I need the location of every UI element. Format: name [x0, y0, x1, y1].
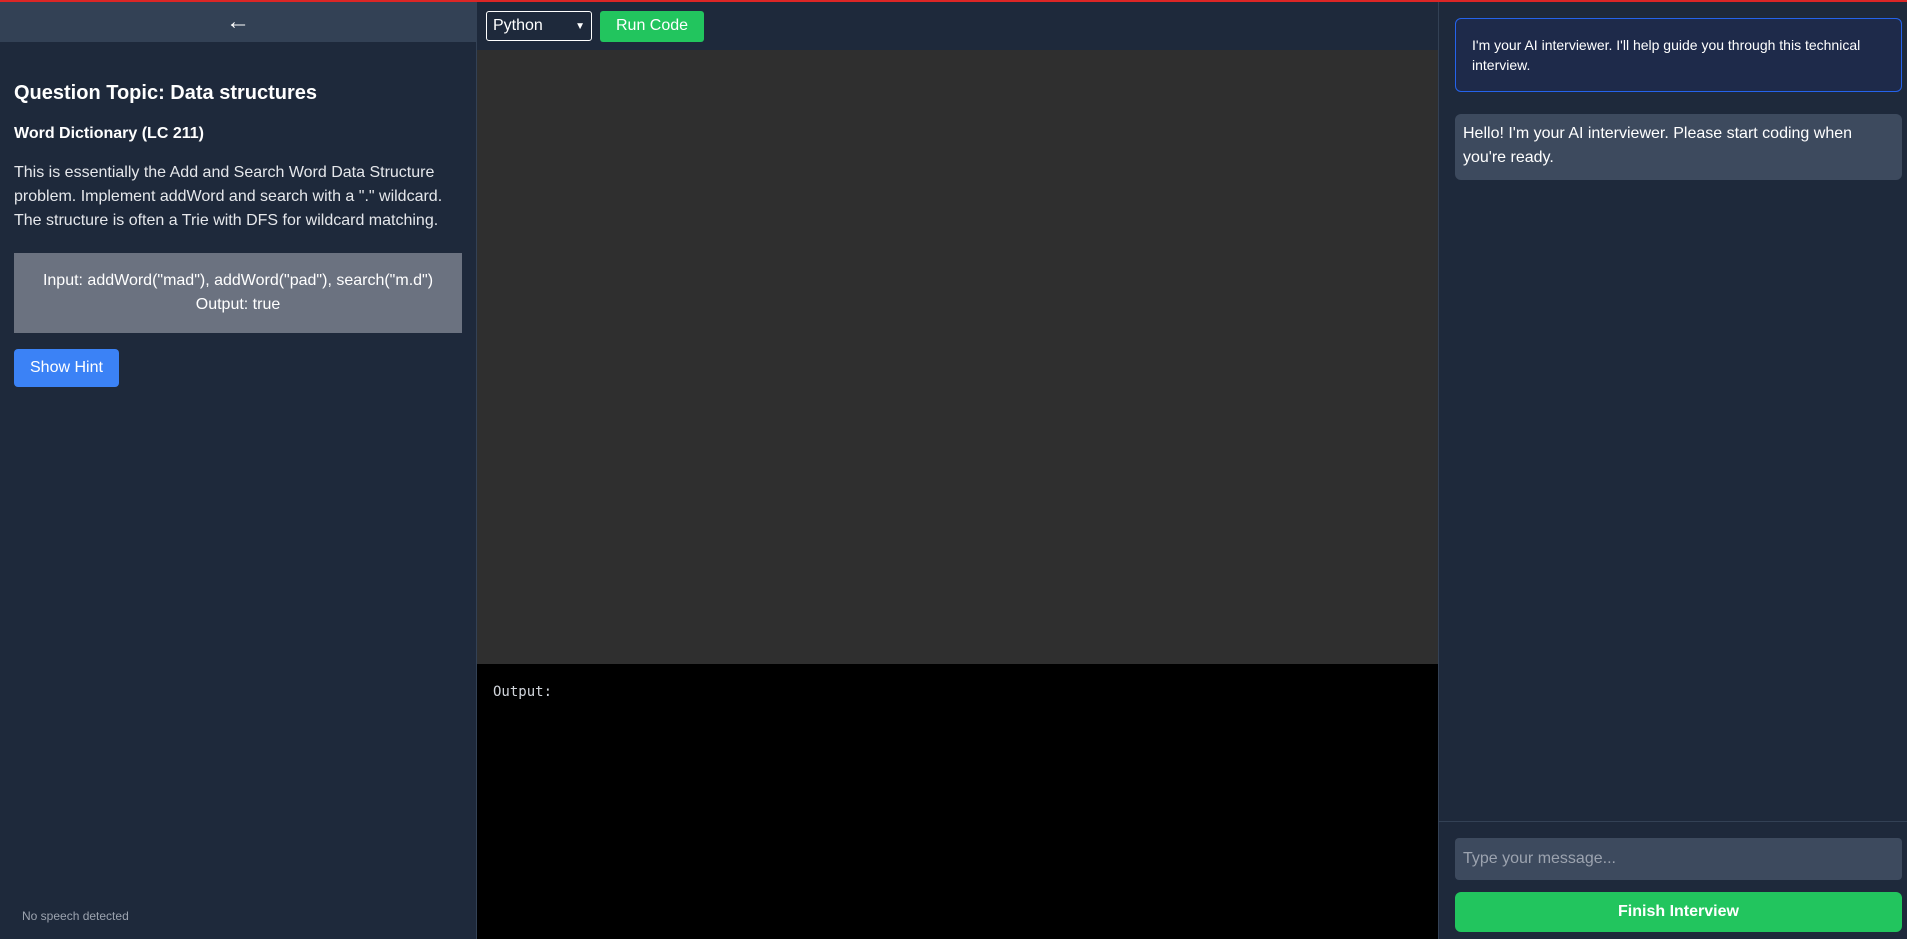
problem-title: Word Dictionary (LC 211) — [14, 125, 204, 142]
code-editor[interactable] — [477, 50, 1438, 664]
language-select-value: Python — [493, 17, 543, 34]
speech-status: No speech detected — [22, 909, 129, 923]
back-button[interactable]: ← — [0, 2, 476, 42]
chat-messages: I'm your AI interviewer. I'll help guide… — [1439, 2, 1907, 821]
finish-interview-button[interactable]: Finish Interview — [1455, 892, 1902, 932]
chevron-down-icon: ▼ — [575, 20, 585, 32]
message-input[interactable] — [1455, 838, 1902, 880]
language-select[interactable]: Python ▼ — [486, 11, 592, 41]
topic-title: Question Topic: Data structures — [14, 82, 318, 104]
back-arrow-icon: ← — [226, 8, 250, 35]
problem-content: Question Topic: Data structures Word Dic… — [0, 82, 476, 387]
problem-panel: ← Question Topic: Data structures Word D… — [0, 2, 477, 939]
example-output: Output: true — [195, 296, 281, 313]
editor-panel: Python ▼ Run Code Output: — [477, 2, 1438, 939]
editor-toolbar: Python ▼ Run Code — [477, 2, 1438, 50]
output-label: Output: — [493, 684, 553, 700]
example-box: Input: addWord("mad"), addWord("pad"), s… — [14, 253, 462, 333]
output-console: Output: — [477, 664, 1438, 939]
example-input: Input: addWord("mad"), addWord("pad"), s… — [42, 272, 434, 289]
problem-description: This is essentially the Add and Search W… — [14, 164, 443, 229]
show-hint-button[interactable]: Show Hint — [14, 349, 119, 387]
chat-input-area: Finish Interview — [1439, 821, 1907, 939]
run-code-button[interactable]: Run Code — [600, 10, 705, 42]
chat-message-ai: Hello! I'm your AI interviewer. Please s… — [1455, 114, 1902, 180]
app-root: ← Question Topic: Data structures Word D… — [0, 2, 1907, 939]
intro-message: I'm your AI interviewer. I'll help guide… — [1455, 18, 1902, 92]
chat-panel: I'm your AI interviewer. I'll help guide… — [1438, 2, 1907, 939]
